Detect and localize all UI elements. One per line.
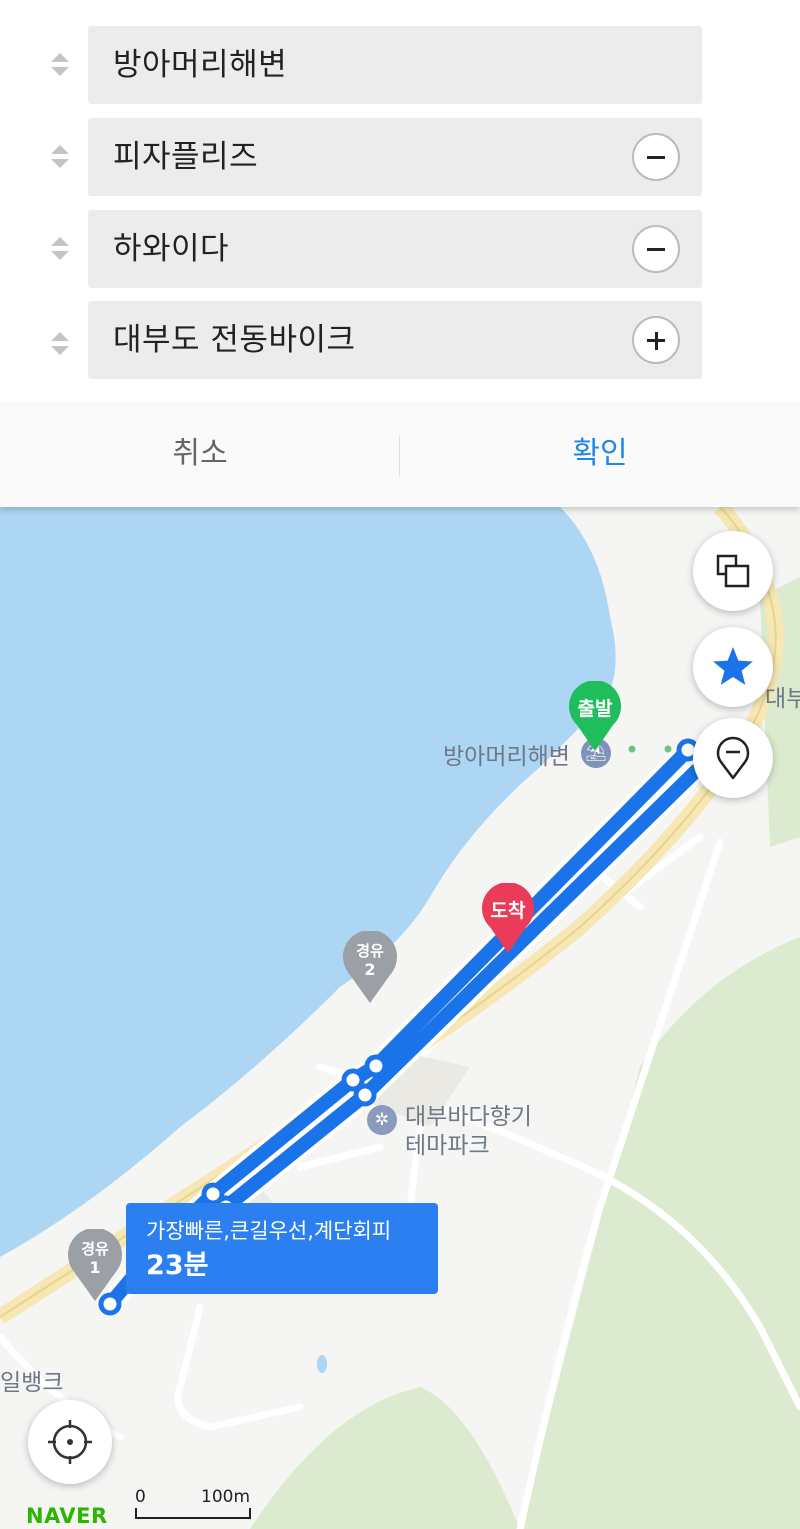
- waypoint-field[interactable]: 피자플리즈: [88, 118, 702, 196]
- waypoint-row-2: 피자플리즈: [0, 118, 800, 196]
- remove-waypoint-button[interactable]: [632, 225, 680, 273]
- route-summary-card[interactable]: 가장빠른,큰길우선,계단회피 23분: [126, 1203, 438, 1294]
- scale-start-label: 0: [135, 1487, 146, 1507]
- drag-handle-icon[interactable]: [49, 138, 71, 176]
- my-location-button[interactable]: [28, 1400, 112, 1484]
- waypoint-row-4: 대부도 전동바이크: [0, 301, 800, 379]
- layers-icon: [716, 554, 750, 588]
- place-marker-button[interactable]: [693, 718, 773, 798]
- star-icon: [713, 647, 753, 685]
- naver-logo: NAVER: [26, 1504, 108, 1528]
- waypoint-field[interactable]: 방아머리해변: [88, 26, 702, 104]
- crosshair-icon: [48, 1420, 92, 1464]
- location-minus-icon: [716, 736, 750, 780]
- drag-handle-icon[interactable]: [49, 230, 71, 268]
- action-bar: 취소 확인: [0, 403, 800, 507]
- pond: [317, 1355, 327, 1373]
- theme-park-label[interactable]: 테마파크: [405, 1126, 490, 1160]
- waypoint-field[interactable]: 하와이다: [88, 210, 702, 288]
- waypoint-row-1: 방아머리해변: [0, 26, 800, 104]
- route-node: [364, 1054, 388, 1078]
- via-pin-2[interactable]: 경유 2: [342, 931, 398, 1005]
- ferris-wheel-icon[interactable]: ✲: [367, 1105, 397, 1135]
- end-pin[interactable]: 도착: [480, 883, 536, 955]
- minus-icon: [647, 248, 665, 251]
- waypoint-field[interactable]: 대부도 전동바이크: [88, 301, 702, 379]
- cancel-button[interactable]: 취소: [0, 403, 400, 507]
- layers-button[interactable]: [693, 531, 773, 611]
- start-poi-label[interactable]: 방아머리해변: [443, 737, 570, 771]
- waypoint-label: 방아머리해변: [113, 47, 288, 83]
- favorites-button[interactable]: [693, 627, 773, 707]
- map-view[interactable]: 방아머리해변 ⛱ ✲ 대부바다향기 테마파크 일뱅크 대부 출발 도착 경유 2…: [0, 507, 800, 1529]
- drag-handle-icon[interactable]: [49, 46, 71, 84]
- minus-icon: [647, 156, 665, 159]
- scale-end-label: 100m: [201, 1487, 251, 1507]
- remove-waypoint-button[interactable]: [632, 133, 680, 181]
- start-pin[interactable]: 출발: [567, 681, 623, 753]
- route-options-text: 가장빠른,큰길우선,계단회피: [146, 1219, 392, 1243]
- via-pin-1[interactable]: 경유 1: [67, 1229, 123, 1303]
- waypoint-label: 피자플리즈: [113, 139, 259, 175]
- add-waypoint-button[interactable]: [632, 316, 680, 364]
- drag-handle-icon[interactable]: [49, 325, 71, 363]
- place-label[interactable]: 일뱅크: [0, 1363, 63, 1397]
- waypoint-label: 대부도 전동바이크: [113, 322, 356, 358]
- confirm-button[interactable]: 확인: [400, 403, 800, 507]
- scale-bar: 0 100m: [135, 1487, 255, 1521]
- waypoint-label: 하와이다: [113, 231, 230, 267]
- map-canvas: [0, 507, 800, 1529]
- route-duration: 23분: [146, 1250, 209, 1281]
- route-node: [353, 1083, 377, 1107]
- waypoint-row-3: 하와이다: [0, 210, 800, 288]
- waypoint-editor: 방아머리해변 피자플리즈 하와이다 대부도 전동바이크: [0, 0, 800, 403]
